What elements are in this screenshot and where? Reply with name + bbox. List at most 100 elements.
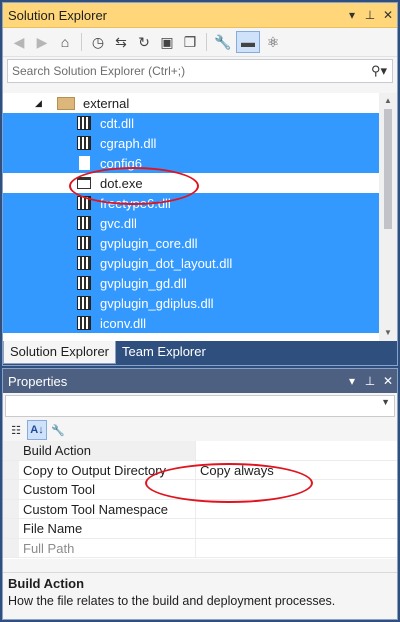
properties-wrench-icon[interactable]: 🔧 (213, 32, 233, 52)
tree-scrollbar[interactable]: ▲ ▼ (379, 93, 397, 341)
tree-file[interactable]: cdt.dll (3, 113, 379, 133)
back-icon[interactable]: ◀ (9, 32, 29, 52)
property-row[interactable]: Custom Tool (3, 480, 397, 500)
object-selector[interactable]: ▼ (5, 395, 395, 417)
file-label: gvc.dll (100, 215, 137, 231)
file-label: cgraph.dll (100, 135, 157, 151)
properties-title: Properties (8, 373, 68, 389)
property-value[interactable] (196, 441, 397, 460)
refresh-icon[interactable]: ↻ (134, 32, 154, 52)
collapse-all-icon[interactable]: ▣ (157, 32, 177, 52)
search-icon[interactable]: ⚲▾ (366, 63, 392, 79)
tree-file[interactable]: cgraph.dll (3, 133, 379, 153)
row-gutter (3, 519, 19, 538)
file-label: gvplugin_gd.dll (100, 275, 187, 291)
property-value[interactable] (196, 519, 397, 538)
file-label: gvplugin_dot_layout.dll (100, 255, 233, 271)
scroll-up-icon[interactable]: ▲ (379, 93, 397, 109)
tree-file[interactable]: gvplugin_dot_layout.dll (3, 253, 379, 273)
property-value[interactable] (196, 480, 397, 499)
properties-toolbar: ☷ A↓ 🔧 (3, 419, 397, 441)
file-label: freetype6.dll (100, 195, 171, 211)
tab-team-explorer[interactable]: Team Explorer (116, 341, 212, 363)
dll-icon (76, 315, 92, 331)
description-text: How the file relates to the build and de… (8, 594, 336, 608)
tree-file[interactable]: gvc.dll (3, 213, 379, 233)
row-gutter (3, 538, 19, 557)
tab-solution-explorer[interactable]: Solution Explorer (3, 341, 116, 364)
dll-icon (76, 295, 92, 311)
property-value[interactable]: Copy always (196, 461, 397, 480)
explorer-tabs: Solution Explorer Team Explorer (3, 341, 397, 365)
search-input[interactable] (8, 63, 366, 79)
folder-label: external (83, 95, 130, 111)
row-gutter (3, 480, 19, 499)
toolbar-separator (81, 33, 82, 51)
chevron-down-icon[interactable]: ▼ (381, 397, 390, 407)
sync-icon[interactable]: ⇆ (111, 32, 131, 52)
property-row[interactable]: Custom Tool Namespace (3, 499, 397, 519)
tree-file[interactable]: gvplugin_gd.dll (3, 273, 379, 293)
description-pane: Build Action How the file relates to the… (3, 572, 397, 619)
property-row[interactable]: Copy to Output Directory Copy always (3, 460, 397, 480)
pin-icon[interactable]: ⊥ (361, 8, 379, 22)
expander-icon[interactable]: ◢ (35, 98, 45, 109)
file-label: cdt.dll (100, 115, 134, 131)
tree-file[interactable]: gvplugin_core.dll (3, 233, 379, 253)
property-value[interactable] (196, 500, 397, 519)
dll-icon (76, 195, 92, 211)
dll-icon (76, 235, 92, 251)
file-label: iconv.dll (100, 315, 147, 331)
tree-file[interactable]: gvplugin_gdiplus.dll (3, 293, 379, 313)
dll-icon (76, 275, 92, 291)
dll-icon (76, 255, 92, 271)
description-title: Build Action (8, 576, 85, 591)
properties-titlebar[interactable]: Properties ▾ ⊥ ✕ (3, 369, 397, 393)
alphabetical-sort-icon[interactable]: A↓ (27, 420, 47, 440)
exe-icon (76, 175, 92, 191)
property-value[interactable] (196, 539, 397, 558)
forward-icon[interactable]: ▶ (32, 32, 52, 52)
property-row[interactable]: File Name (3, 519, 397, 539)
property-grid: Build Action Copy to Output Directory Co… (3, 441, 397, 559)
scrollbar-thumb[interactable] (384, 109, 392, 229)
toolbar-separator (206, 33, 207, 51)
tree-file-dot-exe[interactable]: dot.exe (3, 173, 379, 193)
row-gutter (3, 441, 19, 460)
tree-file[interactable]: config6 (3, 153, 379, 173)
preview-selected-items-icon[interactable]: ▬ (236, 31, 260, 53)
file-icon (76, 155, 92, 171)
close-icon[interactable]: ✕ (379, 8, 397, 22)
dropdown-icon[interactable]: ▾ (343, 374, 361, 388)
file-label: gvplugin_gdiplus.dll (100, 295, 214, 311)
dropdown-icon[interactable]: ▾ (343, 8, 361, 22)
tree-file[interactable]: freetype6.dll (3, 193, 379, 213)
row-gutter (3, 460, 19, 479)
solution-explorer-window: Solution Explorer ▾ ⊥ ✕ ◀ ▶ ⌂ ◷ ⇆ ↻ ▣ ❐ … (2, 2, 398, 366)
pending-changes-filter-icon[interactable]: ◷ (88, 32, 108, 52)
solution-explorer-toolbar: ◀ ▶ ⌂ ◷ ⇆ ↻ ▣ ❐ 🔧 ▬ ⚛ (3, 28, 397, 57)
solution-explorer-titlebar[interactable]: Solution Explorer ▾ ⊥ ✕ (3, 3, 397, 28)
property-pages-wrench-icon[interactable]: 🔧 (49, 421, 67, 439)
dll-icon (76, 135, 92, 151)
property-row[interactable]: Full Path (3, 538, 397, 558)
show-all-files-icon[interactable]: ❐ (180, 32, 200, 52)
categorized-icon[interactable]: ☷ (7, 421, 25, 439)
search-box[interactable]: ⚲▾ (7, 59, 393, 83)
tree-file[interactable]: iconv.dll (3, 313, 379, 333)
property-row[interactable]: Build Action (3, 441, 397, 461)
dll-icon (76, 215, 92, 231)
tree-list: ◢ external cdt.dll cgraph.dll config6 do… (3, 93, 379, 333)
property-name: Copy to Output Directory (19, 460, 196, 479)
pin-icon[interactable]: ⊥ (361, 374, 379, 388)
scroll-down-icon[interactable]: ▼ (379, 325, 397, 341)
close-icon[interactable]: ✕ (379, 374, 397, 388)
class-diagram-icon[interactable]: ⚛ (263, 32, 283, 52)
row-gutter (3, 499, 19, 518)
property-name: Custom Tool (19, 480, 196, 499)
solution-tree: ◢ external cdt.dll cgraph.dll config6 do… (3, 93, 397, 341)
property-name: Custom Tool Namespace (19, 499, 196, 518)
tree-folder-external[interactable]: ◢ external (3, 93, 379, 113)
file-label: gvplugin_core.dll (100, 235, 198, 251)
home-icon[interactable]: ⌂ (55, 32, 75, 52)
